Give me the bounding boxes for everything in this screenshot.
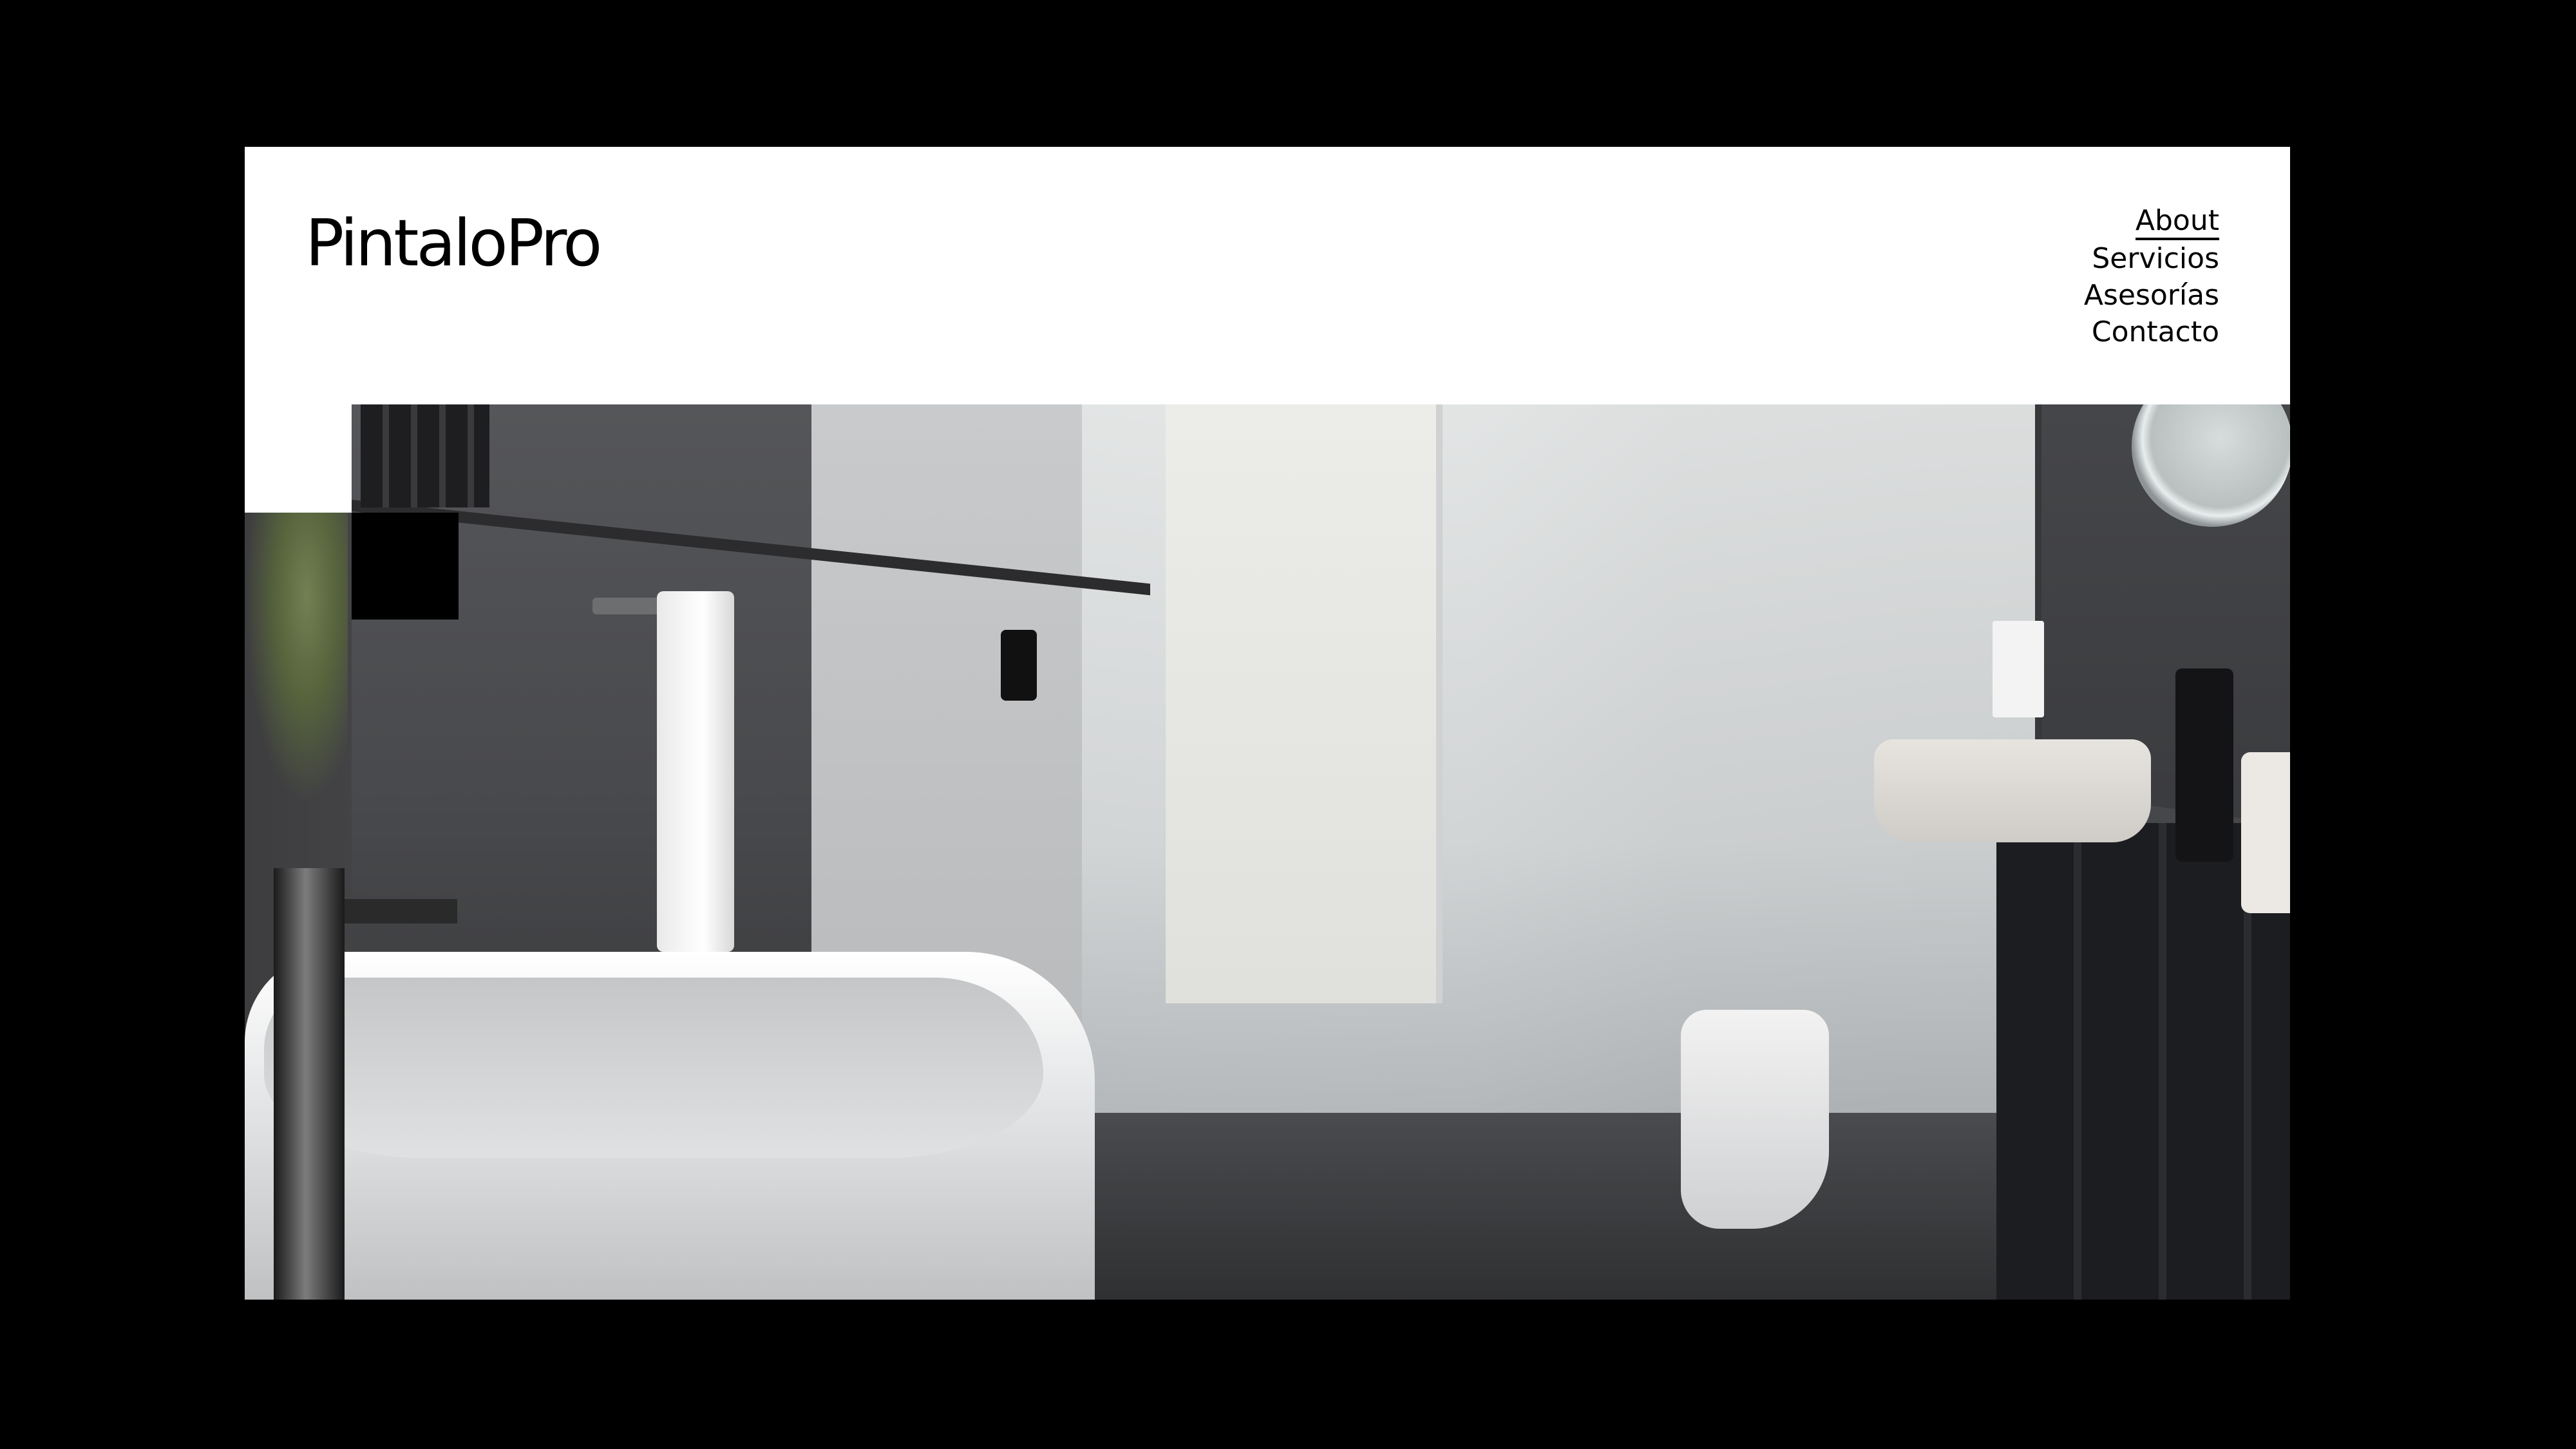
hero-flush-plate [1993, 621, 2044, 717]
nav-link-contacto[interactable]: Contacto [2092, 314, 2219, 350]
website-page: PintaloPro About Servicios Asesorías Con… [245, 147, 2290, 1300]
nav-item-servicios: Servicios [2084, 240, 2219, 277]
nav-link-about[interactable]: About [2135, 205, 2219, 240]
hero-bathroom-image [245, 404, 2290, 1300]
hero-black-square [352, 513, 459, 620]
main-nav: About Servicios Asesorías Contacto [2084, 205, 2219, 350]
hero-door [1166, 404, 1443, 1003]
hero-cup [2241, 752, 2290, 913]
hero-plant [245, 507, 348, 804]
hero-white-cutout [245, 404, 352, 513]
hero-wall-switch [1001, 630, 1037, 701]
hero-bathtub-inner [264, 978, 1043, 1158]
hero-towel [657, 591, 734, 952]
nav-link-asesorias[interactable]: Asesorías [2084, 277, 2219, 314]
hero-floor-tap [274, 868, 345, 1300]
nav-item-contacto: Contacto [2084, 314, 2219, 350]
nav-item-asesorias: Asesorías [2084, 277, 2219, 314]
hero-toilet [1681, 1010, 1829, 1229]
hero-basin [1874, 739, 2151, 842]
nav-link-servicios[interactable]: Servicios [2092, 240, 2219, 277]
nav-item-about: About [2084, 205, 2219, 240]
brand-logo[interactable]: PintaloPro [305, 211, 602, 276]
hero-soap-bottle [2175, 668, 2233, 862]
hero-bottles [361, 404, 489, 507]
